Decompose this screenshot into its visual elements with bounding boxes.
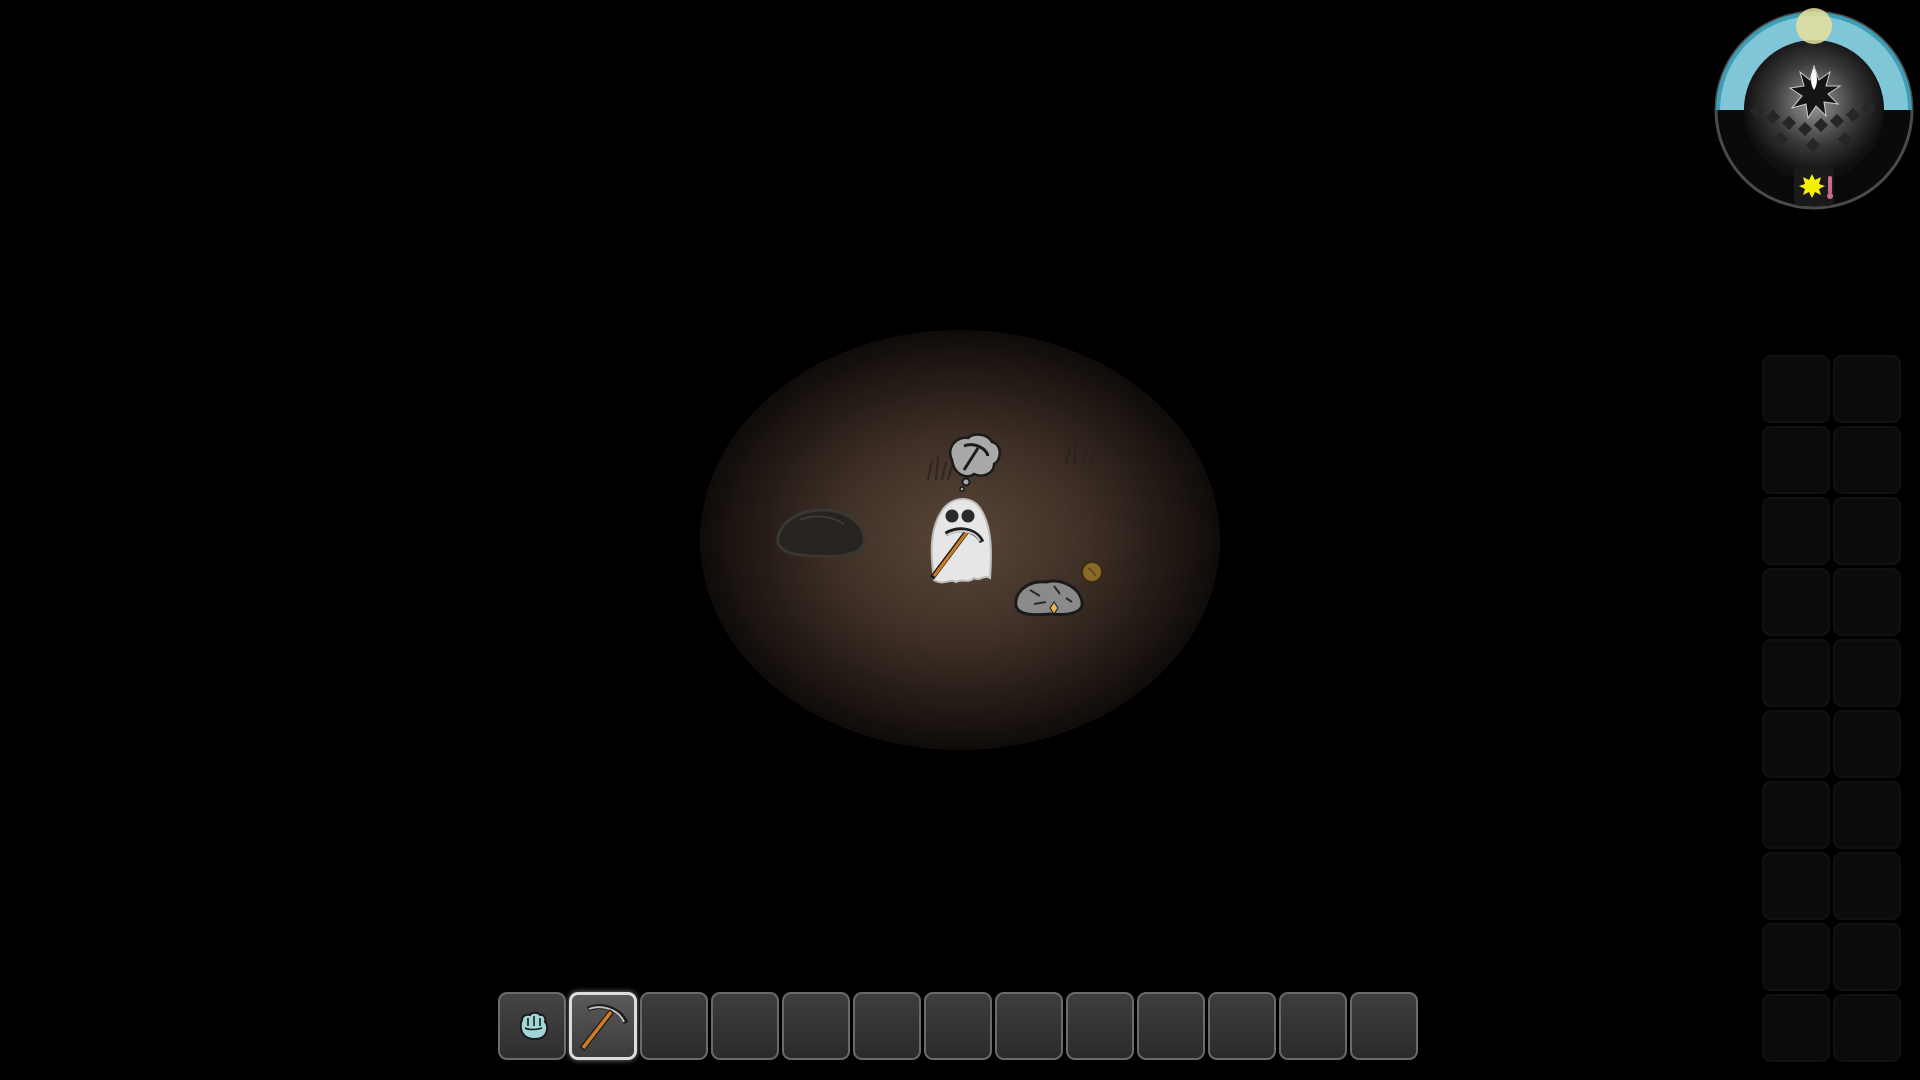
inventory-slot[interactable]	[1762, 639, 1830, 707]
ore-rock-icon[interactable]	[1010, 572, 1088, 618]
inventory-slot[interactable]	[1833, 426, 1901, 494]
hotbar-slot-empty[interactable]	[1208, 992, 1276, 1060]
inventory-slot[interactable]	[1762, 355, 1830, 423]
hotbar-slot-empty[interactable]	[640, 992, 708, 1060]
hotbar-slot-empty[interactable]	[1279, 992, 1347, 1060]
seed-icon[interactable]	[1078, 558, 1106, 586]
hotbar-slot-empty[interactable]	[924, 992, 992, 1060]
inventory-slot[interactable]	[1762, 781, 1830, 849]
inventory-slot[interactable]	[1833, 355, 1901, 423]
hotbar-slot-hand[interactable]	[498, 992, 566, 1060]
hotbar-slot-empty[interactable]	[711, 992, 779, 1060]
inventory-slot[interactable]	[1833, 710, 1901, 778]
inventory-slot[interactable]	[1833, 781, 1901, 849]
hotbar	[498, 992, 1418, 1064]
inventory-slot[interactable]	[1762, 923, 1830, 991]
hotbar-slot-empty[interactable]	[1350, 992, 1418, 1060]
inventory-slot[interactable]	[1833, 923, 1901, 991]
moon-icon	[1796, 8, 1832, 44]
fist-icon	[519, 1011, 549, 1040]
inventory-slot[interactable]	[1762, 497, 1830, 565]
hotbar-slot-pickaxe[interactable]	[569, 992, 637, 1060]
inventory-slot[interactable]	[1833, 852, 1901, 920]
inventory-slot[interactable]	[1833, 568, 1901, 636]
inventory-slot[interactable]	[1833, 994, 1901, 1062]
hotbar-slot-empty[interactable]	[1066, 992, 1134, 1060]
hotbar-slot-empty[interactable]	[1137, 992, 1205, 1060]
grass-icon	[1065, 443, 1095, 465]
inventory-slot[interactable]	[1762, 710, 1830, 778]
hotbar-slot-empty[interactable]	[995, 992, 1063, 1060]
inventory-slot[interactable]	[1762, 426, 1830, 494]
inventory-slot[interactable]	[1762, 852, 1830, 920]
side-inventory	[1762, 355, 1901, 1062]
inventory-slot[interactable]	[1762, 568, 1830, 636]
pickaxe-icon	[579, 1004, 629, 1051]
day-night-clock	[1714, 8, 1914, 210]
inventory-slot[interactable]	[1833, 497, 1901, 565]
hotbar-slot-empty[interactable]	[853, 992, 921, 1060]
inventory-slot[interactable]	[1833, 639, 1901, 707]
inventory-slot[interactable]	[1762, 994, 1830, 1062]
game-world[interactable]	[0, 0, 1920, 1080]
pickaxe-thought-icon	[949, 433, 1001, 492]
ghost-character-icon[interactable]	[920, 490, 1000, 590]
hotbar-slot-empty[interactable]	[782, 992, 850, 1060]
boulder-icon[interactable]	[770, 498, 870, 562]
